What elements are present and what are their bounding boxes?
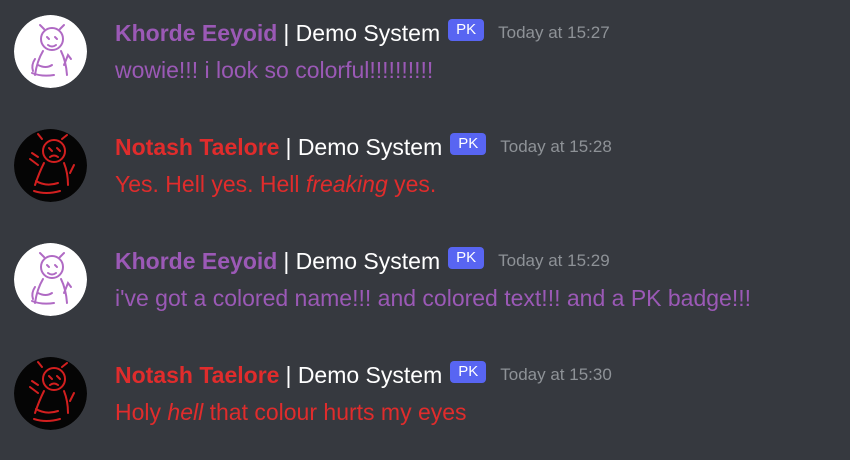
pk-badge: PK xyxy=(450,361,487,383)
message-text: Yes. Hell yes. Hell xyxy=(115,171,306,197)
message: Notash Taelore | Demo System PK Today at… xyxy=(0,114,850,214)
author-name[interactable]: Notash Taelore xyxy=(115,362,279,389)
message-header: Notash Taelore | Demo System PK Today at… xyxy=(115,130,612,164)
message-header: Khorde Eeyoid | Demo System PK Today at … xyxy=(115,16,610,50)
pk-badge: PK xyxy=(450,133,487,155)
message-header: Khorde Eeyoid | Demo System PK Today at … xyxy=(115,244,610,278)
message-text: i've got a colored name!!! and colored t… xyxy=(115,285,752,311)
message-emphasis: freaking xyxy=(305,171,388,197)
message-content: Holy hell that colour hurts my eyes xyxy=(115,399,467,426)
pk-badge: PK xyxy=(448,19,485,41)
message: Khorde Eeyoid | Demo System PK Today at … xyxy=(0,228,850,328)
timestamp: Today at 15:27 xyxy=(498,23,610,42)
message-content: wowie!!! i look so colorful!!!!!!!!!! xyxy=(115,57,433,84)
chat-log: Khorde Eeyoid | Demo System PK Today at … xyxy=(0,0,850,460)
message-text-end: yes. xyxy=(387,171,437,197)
red-sketch-avatar-icon[interactable] xyxy=(14,357,87,430)
message: Khorde Eeyoid | Demo System PK Today at … xyxy=(0,0,850,100)
system-name: | Demo System xyxy=(283,19,441,46)
message-text-end: that colour hurts my eyes xyxy=(203,399,467,425)
purple-sketch-avatar-icon[interactable] xyxy=(14,243,87,316)
author-name[interactable]: Khorde Eeyoid xyxy=(115,248,277,275)
pk-badge: PK xyxy=(448,247,485,269)
system-name: | Demo System xyxy=(285,361,443,388)
message-content: i've got a colored name!!! and colored t… xyxy=(115,285,751,312)
timestamp: Today at 15:30 xyxy=(500,365,612,384)
author-name[interactable]: Notash Taelore xyxy=(115,134,279,161)
message-text: Holy xyxy=(115,399,168,425)
message-header: Notash Taelore | Demo System PK Today at… xyxy=(115,358,612,392)
system-name: | Demo System xyxy=(285,133,443,160)
red-sketch-avatar-icon[interactable] xyxy=(14,129,87,202)
timestamp: Today at 15:29 xyxy=(498,251,610,270)
message-emphasis: hell xyxy=(167,399,204,425)
message-text: wowie!!! i look so colorful!!!!!!!!!! xyxy=(115,57,434,83)
timestamp: Today at 15:28 xyxy=(500,137,612,156)
purple-sketch-avatar-icon[interactable] xyxy=(14,15,87,88)
message-content: Yes. Hell yes. Hell freaking yes. xyxy=(115,171,436,198)
system-name: | Demo System xyxy=(283,247,441,274)
message: Notash Taelore | Demo System PK Today at… xyxy=(0,342,850,442)
author-name[interactable]: Khorde Eeyoid xyxy=(115,20,277,47)
